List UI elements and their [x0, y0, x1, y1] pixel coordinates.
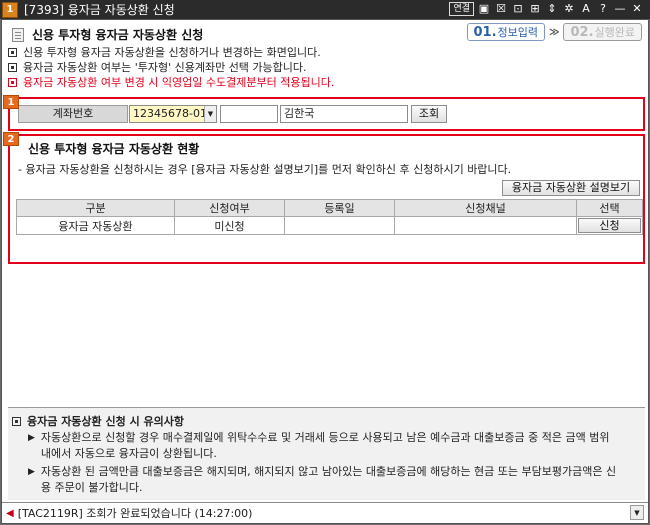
column-header: 등록일: [284, 199, 395, 217]
document-icon: [12, 27, 24, 42]
account-section: 계좌번호 12345678-01 ▼ 김한국 조회: [8, 97, 645, 131]
close-box-icon[interactable]: ☒: [494, 2, 508, 16]
square-bullet-icon: [8, 78, 17, 87]
caution-text: 자동상환으로 신청할 경우 매수결제일에 위탁수수료 및 거래세 등으로 사용되…: [40, 431, 610, 460]
caution-item: ▶ 자동상환으로 신청할 경우 매수결제일에 위탁수수료 및 거래세 등으로 사…: [28, 430, 621, 462]
status-section: 신용 투자형 융자금 자동상환 현황 - 융자금 자동상환을 신청하시는 경우 …: [8, 134, 645, 264]
note-text: 신용 투자형 융자금 자동상환을 신청하거나 변경하는 화면입니다.: [23, 46, 321, 59]
square-bullet-icon: [8, 48, 17, 57]
font-icon[interactable]: A: [579, 2, 593, 16]
section-title: 신용 투자형 융자금 자동상환 현황: [28, 142, 200, 156]
caution-text: 자동상환 된 금액만큼 대출보증금은 해지되며, 해지되지 않고 남아있는 대출…: [40, 465, 617, 494]
help-icon[interactable]: ?: [596, 2, 610, 16]
step-number: 02.: [570, 24, 594, 40]
guide-button[interactable]: 융자금 자동상환 설명보기: [502, 180, 640, 196]
column-header: 선택: [576, 199, 643, 217]
page-title: 신용 투자형 융자금 자동상환 신청: [32, 28, 204, 42]
chevron-down-icon[interactable]: ▼: [204, 106, 216, 122]
account-holder-name: 김한국: [280, 105, 408, 123]
resize-icon[interactable]: ⇕: [545, 2, 559, 16]
query-button[interactable]: 조회: [411, 105, 447, 123]
window-controls: 연결 ▣ ☒ ⊡ ⊞ ⇕ ✲ A ? — ✕: [449, 2, 644, 16]
square-bullet-icon: [8, 63, 17, 72]
step-complete: 02. 실행완료: [563, 23, 642, 41]
caution-title: 융자금 자동상환 신청 시 유의사항: [12, 413, 184, 429]
minimize-icon[interactable]: —: [613, 2, 627, 16]
note-text: 융자금 자동상환 여부 변경 시 익영업일 수도결제분부터 적용됩니다.: [23, 76, 335, 89]
settings-icon[interactable]: ✲: [562, 2, 576, 16]
column-header: 구분: [16, 199, 175, 217]
triangle-right-icon: ▶: [28, 467, 35, 477]
page-header: 신용 투자형 융자금 자동상환 신청: [12, 26, 203, 43]
step-arrow-icon: ≫: [549, 26, 560, 38]
info-note: 신용 투자형 융자금 자동상환을 신청하거나 변경하는 화면입니다.: [8, 45, 334, 60]
window-icon[interactable]: ⊡: [511, 2, 525, 16]
table-row: 융자금 자동상환 미신청 신청: [16, 216, 643, 235]
info-notes: 신용 투자형 융자금 자동상환을 신청하거나 변경하는 화면입니다. 융자금 자…: [8, 45, 334, 90]
account-number-select[interactable]: 12345678-01 ▼: [129, 105, 217, 123]
status-message: [TAC2119R] 조회가 완료되었습니다 (14:27:00): [17, 507, 253, 520]
section-1-badge: 1: [3, 95, 19, 109]
status-bar: ◀ [TAC2119R] 조회가 완료되었습니다 (14:27:00) ▼: [2, 502, 648, 523]
section-2-badge: 2: [3, 132, 19, 146]
caution-panel: 융자금 자동상환 신청 시 유의사항 ▶ 자동상환으로 신청할 경우 매수결제일…: [8, 407, 645, 500]
password-field[interactable]: [220, 105, 278, 123]
screen-icon[interactable]: ▣: [477, 2, 491, 16]
date-cell: [284, 216, 395, 235]
table-header-row: 구분 신청여부 등록일 신청채널 선택: [16, 199, 643, 217]
caution-item: ▶ 자동상환 된 금액만큼 대출보증금은 해지되며, 해지되지 않고 남아있는 …: [28, 464, 621, 496]
window-title: [7393] 융자금 자동상환 신청: [24, 3, 175, 17]
type-cell: 융자금 자동상환: [16, 216, 175, 235]
step-label: 실행완료: [594, 26, 635, 39]
triangle-right-icon: ▶: [28, 433, 35, 443]
action-cell: 신청: [576, 216, 643, 235]
column-header: 신청채널: [394, 199, 577, 217]
step-input: 01. 정보입력: [466, 23, 546, 41]
channel-cell: [394, 216, 577, 235]
grid-icon[interactable]: ⊞: [528, 2, 542, 16]
message-icon: ◀: [6, 507, 14, 519]
step-indicator: 01. 정보입력 ≫ 02. 실행완료: [466, 23, 642, 41]
step-number: 01.: [473, 24, 497, 40]
chevron-down-icon[interactable]: ▼: [630, 505, 644, 520]
close-icon[interactable]: ✕: [630, 2, 644, 16]
step-label: 정보입력: [497, 26, 539, 39]
info-note: 융자금 자동상환 여부는 '투자형' 신용계좌만 선택 가능합니다.: [8, 60, 334, 75]
apply-button[interactable]: 신청: [578, 218, 641, 233]
window-number-badge: 1: [2, 1, 18, 18]
column-header: 신청여부: [174, 199, 285, 217]
status-cell: 미신청: [174, 216, 285, 235]
status-table: 구분 신청여부 등록일 신청채널 선택 융자금 자동상환 미신청 신청: [16, 199, 643, 235]
square-bullet-icon: [12, 416, 21, 426]
warning-note: 융자금 자동상환 여부 변경 시 익영업일 수도결제분부터 적용됩니다.: [8, 75, 334, 90]
note-text: 융자금 자동상환 여부는 '투자형' 신용계좌만 선택 가능합니다.: [23, 61, 307, 74]
section-description: - 융자금 자동상환을 신청하시는 경우 [융자금 자동상환 설명보기]를 먼저…: [18, 163, 512, 176]
window-titlebar: 1 [7393] 융자금 자동상환 신청 연결 ▣ ☒ ⊡ ⊞ ⇕ ✲ A ? …: [0, 0, 650, 19]
account-number-value: 12345678-01: [133, 107, 207, 120]
caution-title-text: 융자금 자동상환 신청 시 유의사항: [27, 415, 184, 428]
main-window: 신용 투자형 융자금 자동상환 신청 01. 정보입력 ≫ 02. 실행완료 신…: [1, 19, 649, 524]
link-button[interactable]: 연결: [449, 2, 474, 16]
account-label: 계좌번호: [18, 105, 128, 123]
